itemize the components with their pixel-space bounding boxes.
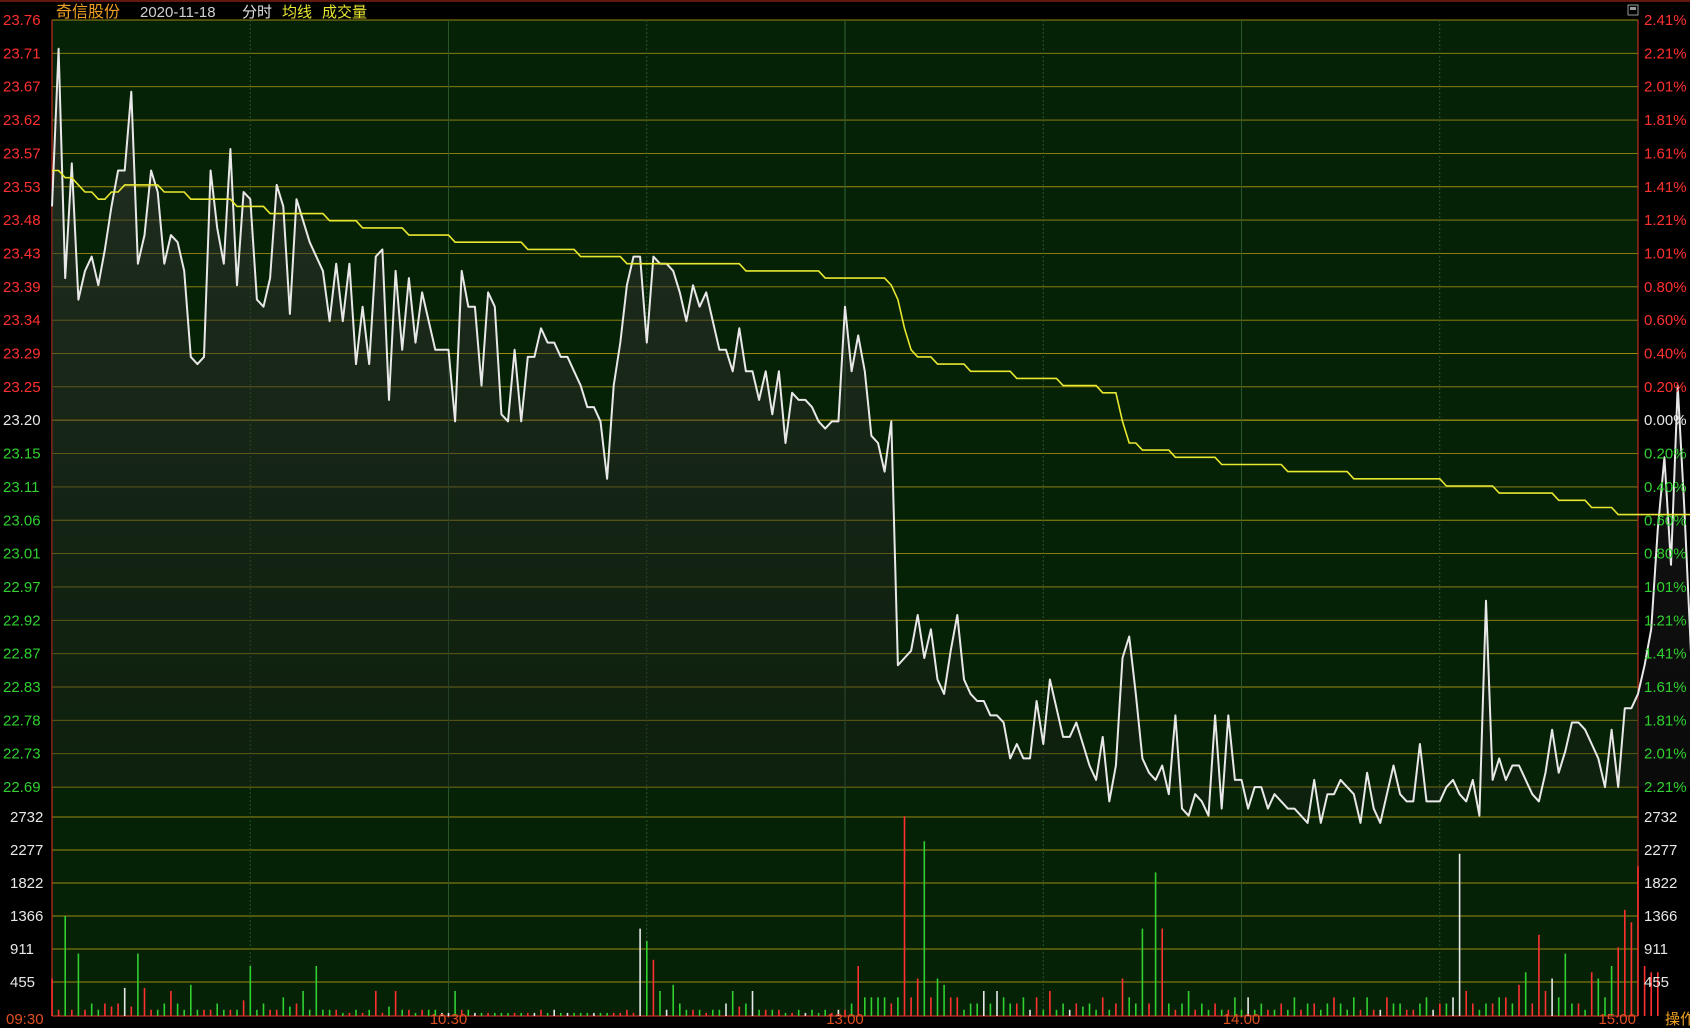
price-tick-label: 22.92 xyxy=(3,612,41,629)
time-tick-label: 09:30 xyxy=(6,1011,44,1028)
price-tick-label: 23.62 xyxy=(3,112,41,129)
price-tick-label: 23.39 xyxy=(3,279,41,296)
price-tick-label: 22.69 xyxy=(3,779,41,796)
volume-tick-label-right: 1822 xyxy=(1644,875,1677,892)
volume-tick-label-right: 455 xyxy=(1644,974,1669,991)
price-tick-label: 23.01 xyxy=(3,546,41,563)
percent-tick-label: 1.41% xyxy=(1644,179,1687,196)
volume-tick-label: 1822 xyxy=(10,875,43,892)
price-tick-label: 23.06 xyxy=(3,512,41,529)
price-tick-label: 23.29 xyxy=(3,346,41,363)
percent-tick-label: 2.41% xyxy=(1644,12,1687,29)
trade-date: 2020-11-18 xyxy=(140,4,216,21)
volume-tick-label: 2732 xyxy=(10,809,43,826)
price-tick-label: 23.76 xyxy=(3,12,41,29)
percent-tick-label: 0.80% xyxy=(1644,546,1687,563)
percent-tick-label: 2.01% xyxy=(1644,746,1687,763)
percent-tick-label: 0.20% xyxy=(1644,446,1687,463)
percent-tick-label: 0.60% xyxy=(1644,312,1687,329)
intraday-chart-window: 23.76 23.71 23.67 23.62 23.57 23.53 23.48 23.43… xyxy=(0,0,1690,1028)
percent-tick-label: 1.01% xyxy=(1644,245,1687,262)
percent-tick-label: 1.81% xyxy=(1644,112,1687,129)
percent-tick-label: 0.20% xyxy=(1644,379,1687,396)
percent-tick-label: 0.40% xyxy=(1644,479,1687,496)
percent-tick-label: 1.21% xyxy=(1644,212,1687,229)
percent-tick-label: 0.00% xyxy=(1644,412,1687,429)
volume-tick-label-right: 911 xyxy=(1644,941,1668,958)
price-tick-label: 22.97 xyxy=(3,579,41,596)
time-tick-label: 14:00 xyxy=(1223,1011,1261,1028)
volume-legend[interactable]: 成交量 xyxy=(322,3,367,21)
volume-tick-label: 1366 xyxy=(10,908,43,925)
percent-tick-label: 1.01% xyxy=(1644,579,1687,596)
volume-tick-label-right: 2732 xyxy=(1644,809,1677,826)
view-mode-label[interactable]: 分时 xyxy=(242,4,272,21)
price-tick-label: 23.53 xyxy=(3,179,41,196)
price-tick-label: 22.73 xyxy=(3,746,41,763)
price-tick-label: 23.43 xyxy=(3,245,41,262)
percent-tick-label: 2.21% xyxy=(1644,45,1687,62)
percent-tick-label: 2.21% xyxy=(1644,779,1687,796)
intraday-chart[interactable]: 23.76 23.71 23.67 23.62 23.57 23.53 23.48 23.43… xyxy=(0,0,1690,1028)
percent-tick-label: 1.61% xyxy=(1644,145,1687,162)
operate-button[interactable]: 操作 xyxy=(1665,1011,1690,1028)
volume-tick-label-right: 2277 xyxy=(1644,842,1677,859)
time-tick-label: 10:30 xyxy=(430,1011,468,1028)
volume-tick-label-right: 1366 xyxy=(1644,908,1677,925)
price-tick-label: 22.83 xyxy=(3,679,41,696)
price-tick-label: 23.67 xyxy=(3,79,41,96)
time-tick-label: 13:00 xyxy=(826,1011,864,1028)
time-tick-label: 15:00 xyxy=(1598,1011,1636,1028)
percent-tick-label: 0.40% xyxy=(1644,346,1687,363)
percent-tick-label: 0.80% xyxy=(1644,279,1687,296)
percent-tick-label: 1.81% xyxy=(1644,712,1687,729)
price-tick-label: 23.71 xyxy=(3,45,41,62)
operate-button-label[interactable]: 操作 xyxy=(1665,1011,1690,1028)
percent-tick-label: 1.41% xyxy=(1644,646,1687,663)
price-tick-label: 23.15 xyxy=(3,446,41,463)
volume-tick-label: 2277 xyxy=(10,842,43,859)
price-tick-label: 23.20 xyxy=(3,412,41,429)
price-tick-label: 22.78 xyxy=(3,712,41,729)
volume-tick-label: 455 xyxy=(10,974,35,991)
percent-tick-label: 1.21% xyxy=(1644,612,1687,629)
price-tick-label: 23.57 xyxy=(3,145,41,162)
price-tick-label: 23.34 xyxy=(3,312,41,329)
percent-tick-label: 2.01% xyxy=(1644,79,1687,96)
price-tick-label: 22.87 xyxy=(3,646,41,663)
percent-tick-label: 0.60% xyxy=(1644,512,1687,529)
stock-name: 奇信股份 xyxy=(56,3,120,21)
percent-tick-label: 1.61% xyxy=(1644,679,1687,696)
price-tick-label: 23.48 xyxy=(3,212,41,229)
price-tick-label: 23.11 xyxy=(3,479,39,496)
volume-tick-label: 911 xyxy=(10,941,34,958)
avg-line-legend[interactable]: 均线 xyxy=(282,4,312,21)
price-tick-label: 23.25 xyxy=(3,379,41,396)
